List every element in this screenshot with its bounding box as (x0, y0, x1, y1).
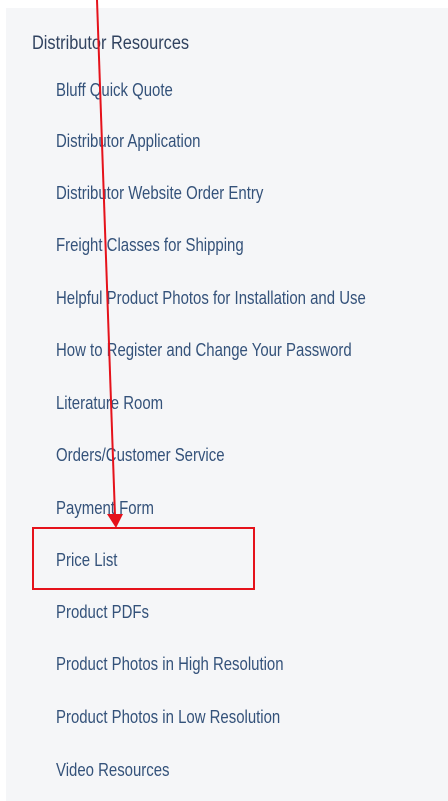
menu-item-bluff-quick-quote[interactable]: Bluff Quick Quote (56, 75, 173, 105)
menu-item-register-change-password[interactable]: How to Register and Change Your Password (56, 335, 352, 365)
menu-item-distributor-website-order-entry[interactable]: Distributor Website Order Entry (56, 178, 263, 208)
menu-item-distributor-application[interactable]: Distributor Application (56, 126, 200, 156)
menu-item-freight-classes[interactable]: Freight Classes for Shipping (56, 230, 244, 260)
menu-item-payment-form[interactable]: Payment Form (56, 493, 154, 523)
price-list-highlight-box (32, 527, 255, 590)
section-title[interactable]: Distributor Resources (32, 33, 189, 55)
menu-item-product-pdfs[interactable]: Product PDFs (56, 597, 149, 627)
menu-item-product-photos-low-res[interactable]: Product Photos in Low Resolution (56, 702, 280, 732)
menu-item-orders-customer-service[interactable]: Orders/Customer Service (56, 440, 225, 470)
menu-item-helpful-product-photos[interactable]: Helpful Product Photos for Installation … (56, 283, 366, 313)
menu-item-literature-room[interactable]: Literature Room (56, 388, 163, 418)
menu-item-product-photos-high-res[interactable]: Product Photos in High Resolution (56, 649, 284, 679)
menu-item-video-resources[interactable]: Video Resources (56, 755, 170, 785)
